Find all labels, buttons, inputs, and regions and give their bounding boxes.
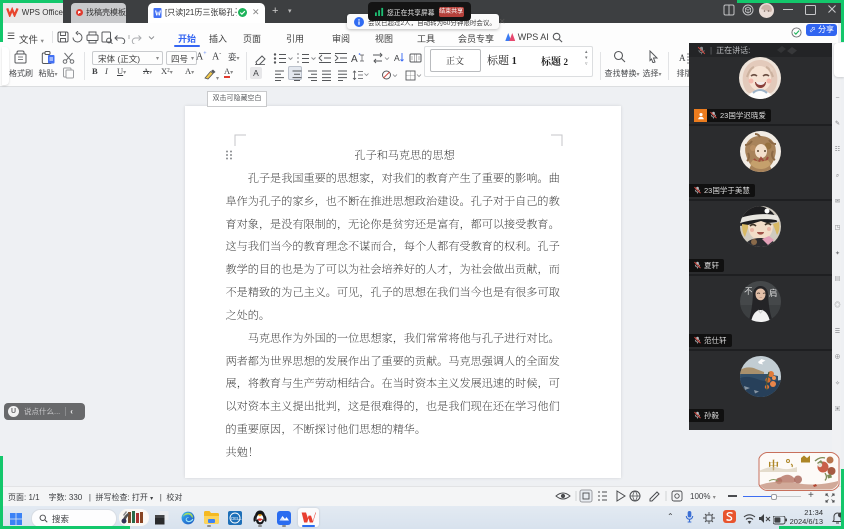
svg-text:不: 不 (744, 285, 753, 297)
svg-text:肩: 肩 (769, 287, 778, 299)
svg-text:DELL: DELL (231, 516, 242, 521)
svg-text:A: A (679, 53, 686, 63)
svg-text:A: A (351, 54, 358, 64)
svg-text:A: A (394, 53, 400, 63)
